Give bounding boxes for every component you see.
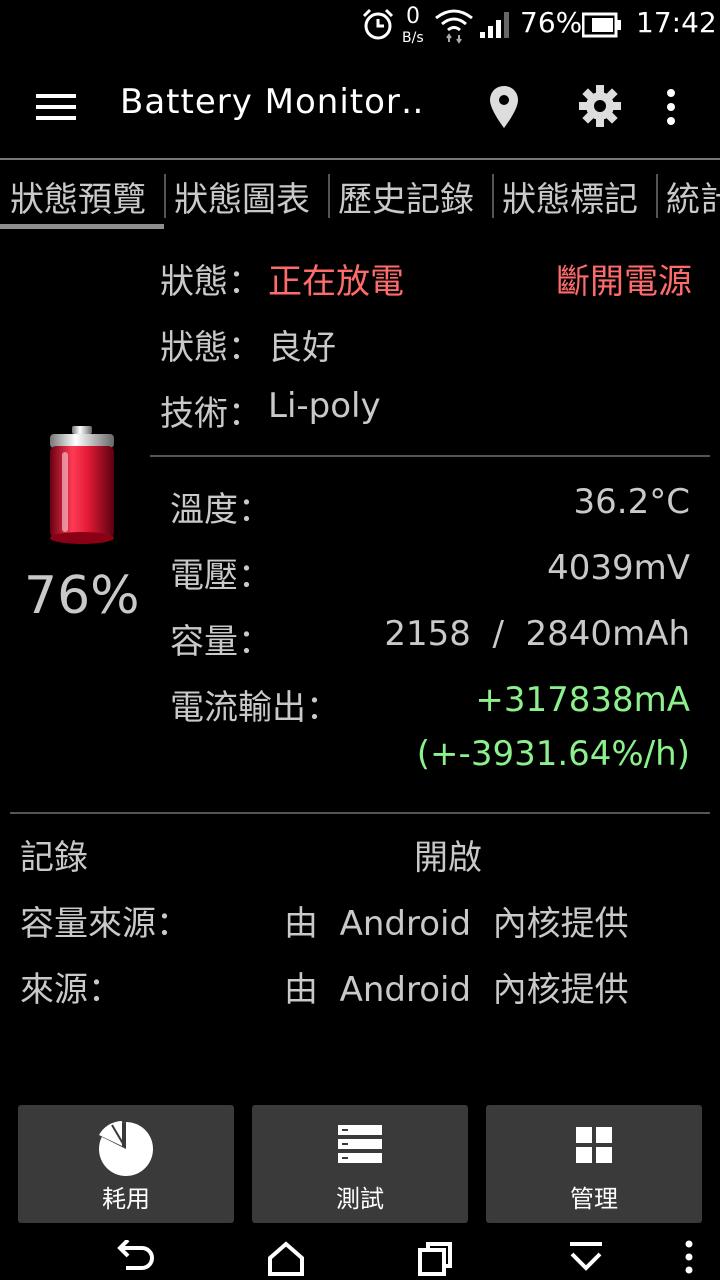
home-icon[interactable] bbox=[266, 1240, 306, 1276]
tab-charts[interactable]: 狀態圖表 bbox=[174, 172, 310, 221]
power-state: 斷開電源 bbox=[556, 262, 692, 302]
health-value: 良好 bbox=[268, 328, 336, 368]
manage-button-label: 管理 bbox=[570, 1185, 618, 1213]
technology-value: Li-poly bbox=[268, 386, 381, 426]
tab-statistics[interactable]: 統計 bbox=[666, 172, 720, 221]
battery-percent-large: 76% bbox=[24, 566, 140, 626]
test-button-label: 測試 bbox=[336, 1185, 384, 1213]
data-speed-unit: B/s bbox=[402, 30, 424, 46]
grid-icon bbox=[576, 1127, 612, 1163]
status-time: 17:42 bbox=[636, 6, 717, 39]
recent-apps-icon[interactable] bbox=[416, 1240, 456, 1276]
list-icon bbox=[338, 1125, 382, 1163]
technology-label: 技術： bbox=[160, 394, 262, 434]
location-pin-icon[interactable] bbox=[488, 84, 520, 130]
back-icon[interactable] bbox=[116, 1240, 156, 1276]
overflow-menu-icon[interactable] bbox=[664, 88, 678, 126]
pie-chart-icon bbox=[99, 1121, 153, 1176]
tab-history[interactable]: 歷史記錄 bbox=[338, 172, 474, 221]
nav-overflow-icon[interactable] bbox=[682, 1240, 696, 1276]
tab-overview[interactable]: 狀態預覽 bbox=[10, 172, 146, 221]
tab-separator bbox=[492, 174, 494, 218]
status-bar: 0 B/s 76% 17:42 bbox=[0, 0, 720, 50]
usage-button[interactable]: 耗用 bbox=[18, 1105, 234, 1223]
voltage-value: 4039mV bbox=[547, 548, 690, 588]
tab-separator bbox=[328, 174, 330, 218]
current-value: +317838mA bbox=[475, 680, 690, 720]
tab-strip: 狀態預覽 狀態圖表 歷史記錄 狀態標記 統計 bbox=[0, 158, 720, 230]
battery-cylinder-icon bbox=[50, 426, 114, 544]
status-value: 正在放電 bbox=[268, 262, 404, 302]
capacity-value: 2158 / 2840mAh bbox=[384, 614, 690, 654]
wifi-icon bbox=[435, 9, 473, 44]
divider bbox=[10, 812, 710, 814]
health-label: 狀態： bbox=[160, 328, 262, 368]
settings-gear-icon[interactable] bbox=[578, 84, 622, 128]
current-rate: (+-3931.64%/h) bbox=[416, 734, 690, 774]
tab-separator bbox=[164, 174, 166, 218]
alarm-clock-icon bbox=[362, 8, 394, 40]
notification-shade-icon[interactable] bbox=[566, 1240, 606, 1276]
current-label: 電流輸出： bbox=[170, 688, 340, 728]
usage-button-label: 耗用 bbox=[102, 1185, 150, 1213]
test-button[interactable]: 測試 bbox=[252, 1105, 468, 1223]
manage-button[interactable]: 管理 bbox=[486, 1105, 702, 1223]
divider bbox=[150, 455, 710, 457]
log-label: 記錄 bbox=[20, 838, 88, 878]
battery-icon bbox=[582, 12, 621, 38]
signal-strength-icon bbox=[480, 12, 509, 38]
status-label: 狀態： bbox=[160, 262, 262, 302]
menu-icon[interactable] bbox=[36, 94, 76, 120]
capacity-source-value: 由 Android 內核提供 bbox=[284, 904, 629, 944]
app-title: Battery Monitor‥ bbox=[120, 82, 425, 122]
status-battery-percent: 76% bbox=[520, 6, 583, 39]
capacity-source-label: 容量來源： bbox=[20, 904, 190, 944]
temperature-value: 36.2°C bbox=[573, 482, 690, 522]
temperature-label: 溫度： bbox=[170, 490, 272, 530]
tab-selected-indicator bbox=[0, 224, 164, 229]
source-label: 來源： bbox=[20, 970, 122, 1010]
tab-separator bbox=[656, 174, 658, 218]
voltage-label: 電壓： bbox=[170, 556, 272, 596]
tab-markers[interactable]: 狀態標記 bbox=[502, 172, 638, 221]
source-value: 由 Android 內核提供 bbox=[284, 970, 629, 1010]
data-speed-value: 0 bbox=[406, 4, 420, 29]
capacity-label: 容量： bbox=[170, 622, 272, 662]
log-value[interactable]: 開啟 bbox=[414, 830, 482, 879]
